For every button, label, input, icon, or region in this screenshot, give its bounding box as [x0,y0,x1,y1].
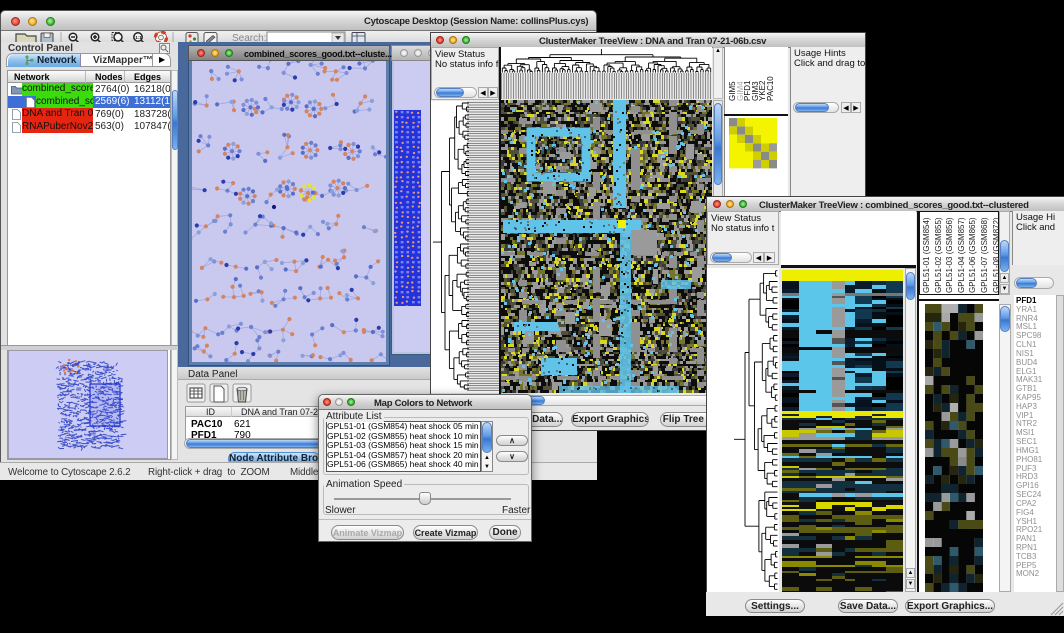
svg-text:1:1: 1:1 [135,35,142,40]
